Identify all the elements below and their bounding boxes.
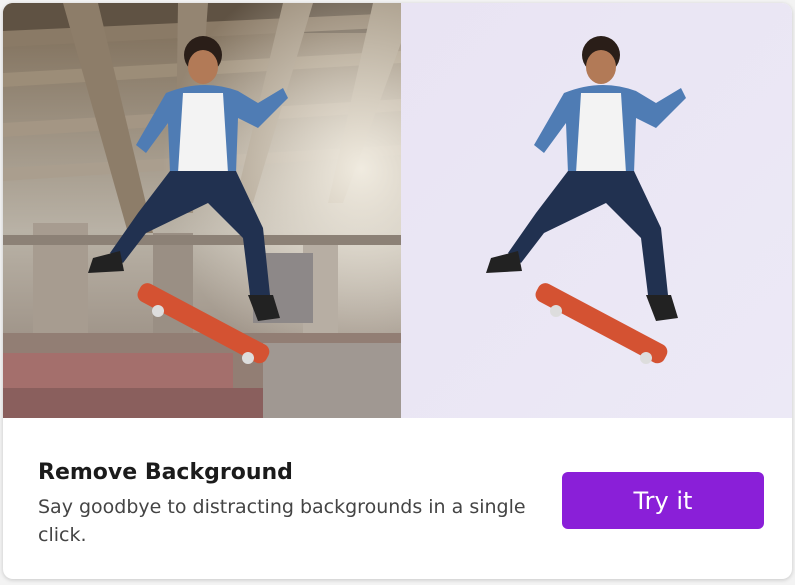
original-photo	[3, 3, 401, 418]
feature-description: Say goodbye to distracting backgrounds i…	[38, 496, 526, 546]
before-after-images	[3, 3, 792, 418]
feature-text: Remove Background Say goodbye to distrac…	[38, 459, 528, 549]
feature-card: Remove Background Say goodbye to distrac…	[3, 3, 792, 579]
background-removed-photo	[401, 3, 792, 418]
try-it-button[interactable]: Try it	[562, 472, 764, 529]
feature-title: Remove Background	[38, 460, 293, 485]
